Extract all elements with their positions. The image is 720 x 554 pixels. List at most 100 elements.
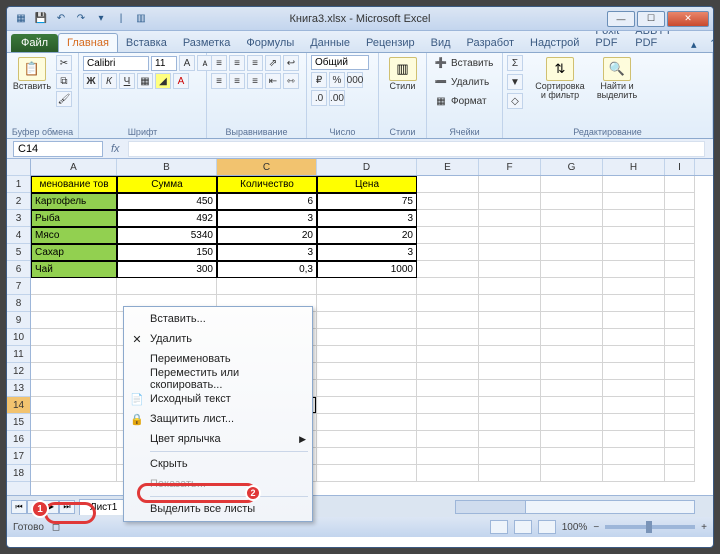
cell[interactable]: 5340: [117, 227, 217, 244]
cell[interactable]: [603, 363, 665, 380]
row-header[interactable]: 16: [7, 431, 30, 448]
cell[interactable]: [417, 465, 479, 482]
cell[interactable]: менование тов: [31, 176, 117, 193]
cell[interactable]: Рыба: [31, 210, 117, 227]
cell[interactable]: [417, 295, 479, 312]
cell[interactable]: [541, 465, 603, 482]
cell[interactable]: [541, 448, 603, 465]
cell[interactable]: [317, 431, 417, 448]
cell[interactable]: [479, 329, 541, 346]
align-bot-icon[interactable]: ≡: [247, 55, 263, 71]
font-name-select[interactable]: Calibri: [83, 56, 149, 71]
cell[interactable]: [603, 312, 665, 329]
cell[interactable]: Чай: [31, 261, 117, 278]
cell[interactable]: [317, 312, 417, 329]
cell[interactable]: [479, 346, 541, 363]
col-header[interactable]: A: [31, 159, 117, 175]
cell[interactable]: [117, 278, 217, 295]
wrap-icon[interactable]: ↩: [283, 55, 299, 71]
cell[interactable]: [217, 278, 317, 295]
context-menu-item[interactable]: Переименовать: [126, 349, 310, 369]
cell[interactable]: [541, 380, 603, 397]
cell[interactable]: [603, 295, 665, 312]
cell[interactable]: [31, 414, 117, 431]
context-menu-item[interactable]: Скрыть: [126, 454, 310, 474]
italic-button[interactable]: К: [101, 73, 117, 89]
orientation-icon[interactable]: ⇗: [265, 55, 281, 71]
cell[interactable]: [541, 312, 603, 329]
cell[interactable]: [665, 329, 695, 346]
clear-icon[interactable]: ◇: [507, 93, 523, 109]
cell[interactable]: [417, 329, 479, 346]
cell[interactable]: [541, 414, 603, 431]
macro-record-icon[interactable]: ◻: [52, 522, 60, 533]
zoom-out-icon[interactable]: −: [593, 522, 599, 533]
tab-data[interactable]: Данные: [302, 34, 358, 52]
cell[interactable]: Цена: [317, 176, 417, 193]
horizontal-scrollbar[interactable]: [455, 500, 695, 514]
name-box[interactable]: C14: [13, 141, 103, 157]
cell[interactable]: 450: [117, 193, 217, 210]
cell[interactable]: [317, 465, 417, 482]
view-break-icon[interactable]: [538, 520, 556, 534]
row-header[interactable]: 6: [7, 261, 30, 278]
cell[interactable]: [665, 465, 695, 482]
cell[interactable]: [317, 397, 417, 414]
cell[interactable]: 75: [317, 193, 417, 210]
tab-view[interactable]: Вид: [423, 34, 459, 52]
format-painter-icon[interactable]: 🖌: [56, 91, 72, 107]
cell[interactable]: [317, 414, 417, 431]
row-header[interactable]: 11: [7, 346, 30, 363]
row-header[interactable]: 12: [7, 363, 30, 380]
font-size-select[interactable]: 11: [151, 56, 177, 71]
row-header[interactable]: 5: [7, 244, 30, 261]
tab-review[interactable]: Рецензир: [358, 34, 423, 52]
percent-icon[interactable]: %: [329, 72, 345, 88]
cell[interactable]: [417, 448, 479, 465]
cell[interactable]: [317, 329, 417, 346]
tab-developer[interactable]: Разработ: [459, 34, 522, 52]
tab-addins[interactable]: Надстрой: [522, 34, 587, 52]
row-header[interactable]: 4: [7, 227, 30, 244]
context-menu-item[interactable]: ✕Удалить: [126, 329, 310, 349]
align-top-icon[interactable]: ≡: [211, 55, 227, 71]
indent-dec-icon[interactable]: ⇤: [265, 73, 281, 89]
cell[interactable]: 300: [117, 261, 217, 278]
cell[interactable]: [541, 431, 603, 448]
underline-button[interactable]: Ч: [119, 73, 135, 89]
cell[interactable]: [417, 278, 479, 295]
row-header[interactable]: 8: [7, 295, 30, 312]
save-icon[interactable]: 💾: [33, 11, 49, 27]
align-left-icon[interactable]: ≡: [211, 73, 227, 89]
cell[interactable]: [479, 448, 541, 465]
row-header[interactable]: 9: [7, 312, 30, 329]
row-header[interactable]: 7: [7, 278, 30, 295]
row-header[interactable]: 15: [7, 414, 30, 431]
styles-button[interactable]: ▥ Стили: [383, 55, 422, 93]
col-header[interactable]: D: [317, 159, 417, 175]
qat-extra-icon[interactable]: ▥: [133, 11, 149, 27]
merge-icon[interactable]: ⇿: [283, 73, 299, 89]
col-header[interactable]: E: [417, 159, 479, 175]
cell[interactable]: [31, 329, 117, 346]
select-all-corner[interactable]: [7, 159, 30, 176]
number-format-select[interactable]: Общий: [311, 55, 369, 70]
worksheet-grid[interactable]: 1 2 3 4 5 6 7 8 9 10 11 12 13 14 15 16 1…: [7, 159, 713, 495]
cell[interactable]: [479, 465, 541, 482]
cell[interactable]: [541, 329, 603, 346]
col-header[interactable]: B: [117, 159, 217, 175]
context-menu-item[interactable]: 🔒Защитить лист...: [126, 409, 310, 429]
cell[interactable]: 0,3: [217, 261, 317, 278]
sheet-tab[interactable]: Лист1: [79, 499, 128, 515]
paste-button[interactable]: 📋 Вставить: [11, 55, 53, 93]
view-normal-icon[interactable]: [490, 520, 508, 534]
row-header[interactable]: 2: [7, 193, 30, 210]
context-menu-item[interactable]: 📄Исходный текст: [126, 389, 310, 409]
find-select-button[interactable]: 🔍 Найти и выделить: [591, 55, 643, 102]
cell[interactable]: [417, 380, 479, 397]
cell[interactable]: [665, 312, 695, 329]
cell[interactable]: [31, 397, 117, 414]
row-header[interactable]: 13: [7, 380, 30, 397]
cell[interactable]: [317, 448, 417, 465]
cell[interactable]: Картофель: [31, 193, 117, 210]
